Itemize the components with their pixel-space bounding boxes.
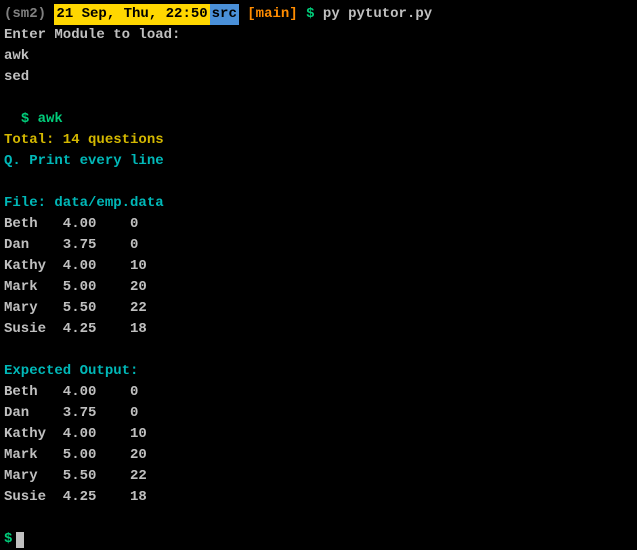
file-data-row: Mark 5.00 20 [4,277,633,298]
answer-prompt-symbol: $ [4,529,12,550]
spacer [315,4,323,25]
spacer [239,4,247,25]
datetime-label: 21 Sep, Thu, 22:50 [54,4,209,25]
module-option-sed: sed [4,67,633,88]
expected-output-row: Mary 5.50 22 [4,466,633,487]
enter-module-prompt: Enter Module to load: [4,25,633,46]
file-label: File: data/emp.data [4,193,633,214]
file-data-row: Beth 4.00 0 [4,214,633,235]
file-data-row: Kathy 4.00 10 [4,256,633,277]
expected-output-block: Beth 4.00 0 Dan 3.75 0 Kathy 4.00 10 Mar… [4,382,633,508]
spacer [46,4,54,25]
expected-output-label: Expected Output: [4,361,633,382]
branch-label: [main] [247,4,297,25]
expected-output-row: Dan 3.75 0 [4,403,633,424]
spacer [298,4,306,25]
blank-line [4,172,633,193]
cursor-icon [16,532,24,548]
module-option-awk: awk [4,46,633,67]
blank-line [4,340,633,361]
file-data-row: Dan 3.75 0 [4,235,633,256]
blank-line [4,508,633,529]
shell-prompt-line: (sm2) 21 Sep, Thu, 22:50 src [main] $ py… [4,4,633,25]
total-questions: Total: 14 questions [4,130,633,151]
expected-output-row: Beth 4.00 0 [4,382,633,403]
input-value: awk [38,111,63,127]
input-prompt-symbol: $ [21,111,38,127]
module-input-line: $ awk [4,88,633,130]
dir-label: src [210,4,239,25]
file-data-row: Mary 5.50 22 [4,298,633,319]
prompt-symbol: $ [306,4,314,25]
command-text: py pytutor.py [323,4,432,25]
file-data-row: Susie 4.25 18 [4,319,633,340]
file-data-block: Beth 4.00 0 Dan 3.75 0 Kathy 4.00 10 Mar… [4,214,633,340]
expected-output-row: Kathy 4.00 10 [4,424,633,445]
expected-output-row: Mark 5.00 20 [4,445,633,466]
answer-input-line[interactable]: $ [4,529,633,550]
env-label: (sm2) [4,4,46,25]
question-text: Q. Print every line [4,151,633,172]
expected-output-row: Susie 4.25 18 [4,487,633,508]
